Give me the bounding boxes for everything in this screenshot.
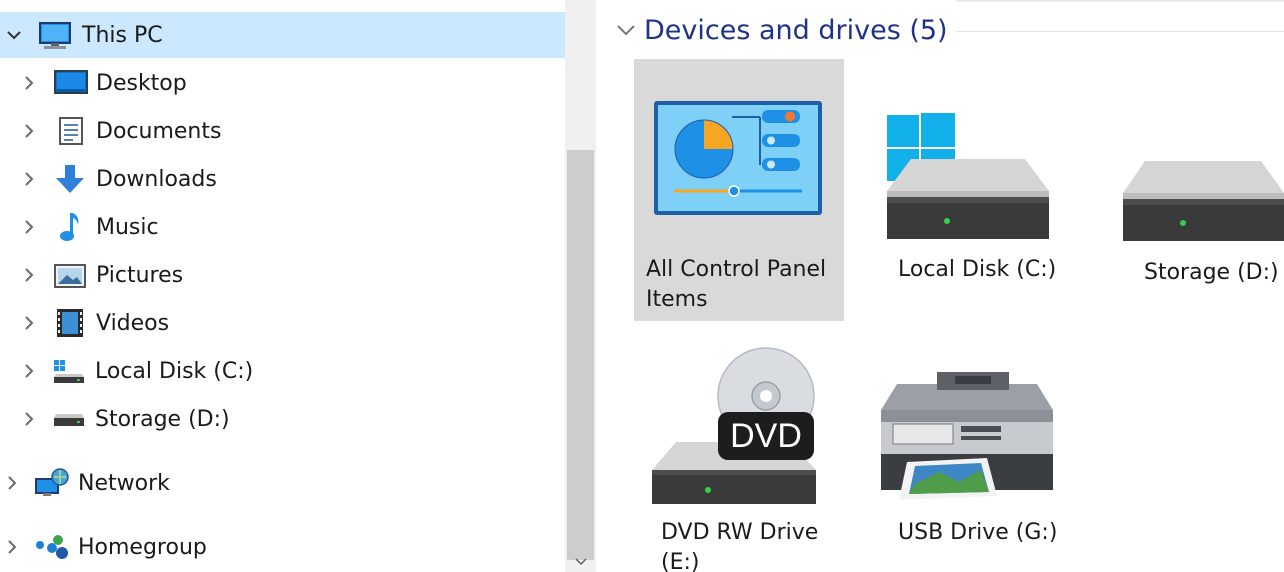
nav-item-label: Storage (D:) — [95, 406, 230, 432]
nav-item-local-disk-c[interactable]: Local Disk (C:) — [0, 348, 565, 394]
scrollbar-thumb[interactable] — [567, 150, 594, 560]
control-panel-icon — [650, 97, 826, 225]
nav-item-videos[interactable]: Videos — [0, 300, 565, 346]
nav-item-label: Network — [78, 470, 170, 496]
tile-all-control-panel-items[interactable]: All Control Panel Items — [634, 59, 844, 321]
chevron-right-icon[interactable] — [18, 312, 40, 334]
videos-icon — [56, 308, 84, 338]
chevron-right-icon[interactable] — [1, 472, 23, 494]
tile-label: USB Drive (G:) — [898, 520, 1058, 545]
nav-item-label: Homegroup — [78, 534, 207, 560]
nav-item-desktop[interactable]: Desktop — [0, 60, 565, 106]
local-disk-icon — [52, 358, 86, 384]
dvd-badge: DVD — [730, 416, 802, 455]
nav-item-music[interactable]: Music — [0, 204, 565, 250]
chevron-right-icon[interactable] — [18, 408, 40, 430]
chevron-right-icon[interactable] — [1, 536, 23, 558]
chevron-right-icon[interactable] — [18, 72, 40, 94]
chevron-down-icon[interactable] — [3, 24, 25, 46]
nav-item-homegroup[interactable]: Homegroup — [0, 524, 565, 570]
nav-item-network[interactable]: Network — [0, 460, 565, 506]
hard-drive-icon — [1121, 159, 1284, 247]
homegroup-icon — [34, 533, 70, 561]
chevron-right-icon[interactable] — [18, 360, 40, 382]
desktop-icon — [54, 70, 88, 96]
windows-drive-icon — [883, 111, 1055, 247]
nav-item-label: Local Disk (C:) — [95, 358, 254, 384]
nav-item-label: Music — [96, 214, 159, 240]
storage-drive-icon — [52, 410, 86, 430]
nav-item-label: This PC — [82, 22, 163, 48]
pictures-icon — [54, 264, 86, 288]
chevron-right-icon[interactable] — [18, 120, 40, 142]
tile-label: Storage (D:) — [1144, 260, 1279, 285]
chevron-right-icon[interactable] — [18, 264, 40, 286]
nav-item-documents[interactable]: Documents — [0, 108, 565, 154]
nav-item-label: Pictures — [96, 262, 184, 288]
nav-item-downloads[interactable]: Downloads — [0, 156, 565, 202]
group-header-devices-and-drives[interactable]: Devices and drives (5) — [616, 10, 948, 50]
music-icon — [58, 211, 84, 243]
nav-item-this-pc[interactable]: This PC — [0, 12, 565, 58]
tile-local-disk-c[interactable]: Local Disk (C:) — [871, 59, 1076, 321]
content-pane: Devices and drives (5) All Control Panel… — [596, 0, 1284, 572]
group-title: Devices and drives (5) — [644, 14, 948, 46]
computer-icon — [38, 21, 72, 51]
nav-item-label: Desktop — [96, 70, 187, 96]
nav-item-storage-d[interactable]: Storage (D:) — [0, 396, 565, 442]
tile-label: Local Disk (C:) — [898, 257, 1057, 282]
nav-item-label: Downloads — [96, 166, 217, 192]
scroll-down-arrow-icon[interactable] — [565, 558, 596, 572]
nav-scrollbar[interactable] — [565, 0, 596, 572]
chevron-right-icon[interactable] — [18, 216, 40, 238]
tile-storage-d[interactable]: Storage (D:) — [1111, 59, 1284, 321]
tile-label: DVD RW Drive (E:) — [661, 520, 819, 572]
network-icon — [34, 467, 70, 499]
group-divider — [956, 31, 1284, 32]
chevron-right-icon[interactable] — [18, 168, 40, 190]
navigation-pane: This PC Desktop Documents Downloads Musi… — [0, 0, 565, 572]
nav-item-label: Videos — [96, 310, 170, 336]
documents-icon — [58, 116, 84, 146]
downloads-icon — [54, 163, 86, 195]
printer-icon — [877, 354, 1067, 508]
tile-usb-drive-g[interactable]: USB Drive (G:) — [871, 340, 1076, 572]
group-collapse-chevron-icon[interactable] — [616, 21, 636, 40]
nav-item-pictures[interactable]: Pictures — [0, 252, 565, 298]
divider — [956, 0, 1284, 2]
tile-label: All Control Panel Items — [646, 257, 827, 312]
tile-dvd-rw-drive-e[interactable]: DVD DVD RW Drive (E:) — [634, 340, 844, 572]
nav-item-label: Documents — [96, 118, 222, 144]
